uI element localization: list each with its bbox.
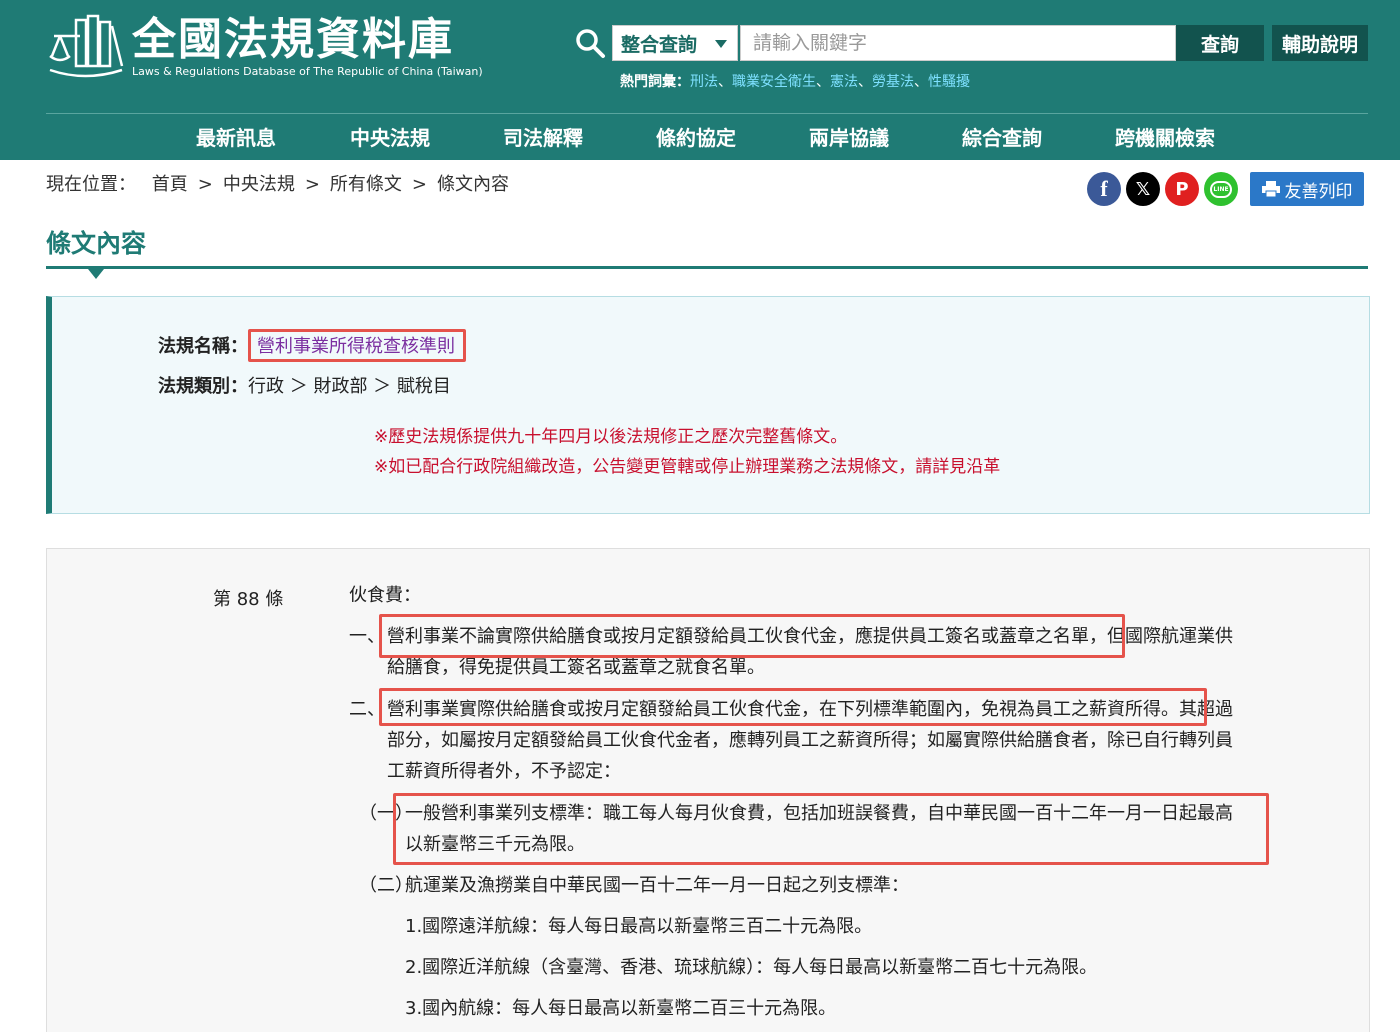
hot-term-link[interactable]: 勞基法 bbox=[872, 74, 914, 90]
breadcrumb: 現在位置： 首頁 > 中央法規 > 所有條文 > 條文內容 bbox=[46, 170, 509, 196]
paragraph-1-line-1: 營利事業不論實際供給膳食或按月定額發給員工伙食代金，應提供員工簽名或蓋章之名單，… bbox=[387, 626, 1233, 647]
search-mode-select[interactable]: 整合查詢 bbox=[612, 25, 738, 61]
list-item: 2.國際近洋航線（含臺灣、香港、琉球航線）：每人每日最高以新臺幣二百七十元為限。 bbox=[405, 957, 1098, 978]
site-subtitle: Laws & Regulations Database of The Repub… bbox=[132, 65, 483, 78]
reorg-notice: ※如已配合行政院組織改造，公告變更管轄或停止辦理業務之法規條文，請詳見沿革 bbox=[374, 457, 1001, 477]
help-button[interactable]: 輔助說明 bbox=[1272, 25, 1368, 61]
breadcrumb-label: 現在位置： bbox=[46, 174, 136, 195]
site-title[interactable]: 全國法規資料庫 bbox=[132, 12, 454, 68]
hot-term-link[interactable]: 性騷擾 bbox=[928, 74, 970, 90]
nav-item-cross-agency-search[interactable]: 跨機關檢索 bbox=[1115, 122, 1215, 151]
printer-icon bbox=[1261, 181, 1280, 197]
breadcrumb-separator: > bbox=[411, 174, 428, 195]
article-number: 第 88 條 bbox=[213, 589, 284, 610]
law-info-panel: 法規名稱： 營利事業所得稅查核準則 法規類別：行政 ＞ 財政部 ＞ 賦稅目 ※歷史… bbox=[46, 296, 1370, 514]
subitem-2-line-1: 航運業及漁撈業自中華民國一百十二年一月一日起之列支標準： bbox=[405, 875, 909, 896]
paragraph-1-prefix: 一、 bbox=[349, 626, 385, 647]
nav-item-combined-query[interactable]: 綜合查詢 bbox=[962, 122, 1042, 151]
search-icon bbox=[576, 29, 605, 58]
breadcrumb-item-current: 條文內容 bbox=[437, 174, 510, 195]
plurk-share-icon[interactable]: P bbox=[1165, 172, 1199, 206]
site-header: 全國法規資料庫 Laws & Regulations Database of T… bbox=[0, 0, 1400, 160]
nav-item-central-laws[interactable]: 中央法規 bbox=[350, 122, 430, 151]
query-button[interactable]: 查詢 bbox=[1176, 25, 1264, 61]
page-title: 條文內容 bbox=[46, 229, 147, 258]
law-name-link[interactable]: 營利事業所得稅查核準則 bbox=[248, 329, 466, 362]
line-share-icon[interactable]: LINE bbox=[1204, 172, 1238, 206]
nav-item-cross-strait[interactable]: 兩岸協議 bbox=[809, 122, 889, 151]
breadcrumb-item-home[interactable]: 首頁 bbox=[152, 174, 188, 195]
law-category-value: 行政 ＞ 財政部 ＞ 賦稅目 bbox=[248, 376, 451, 397]
paragraph-2-prefix: 二、 bbox=[349, 699, 385, 720]
title-rule bbox=[46, 266, 1368, 269]
breadcrumb-item-all-articles[interactable]: 所有條文 bbox=[330, 174, 402, 195]
search-input[interactable] bbox=[740, 25, 1176, 61]
history-notice: ※歷史法規係提供九十年四月以後法規修正之歷次完整舊條文。 bbox=[374, 427, 848, 447]
search-mode-label: 整合查詢 bbox=[621, 33, 698, 56]
breadcrumb-separator: > bbox=[197, 174, 213, 195]
main-nav: 最新訊息 中央法規 司法解釋 條約協定 兩岸協議 綜合查詢 跨機關檢索 bbox=[46, 114, 1368, 160]
hot-term-link[interactable]: 刑法 bbox=[690, 74, 718, 90]
hot-term-link[interactable]: 憲法 bbox=[830, 74, 858, 90]
list-item: 1.國際遠洋航線：每人每日最高以新臺幣三百二十元為限。 bbox=[405, 916, 873, 937]
print-label: 友善列印 bbox=[1284, 181, 1353, 202]
law-name-label: 法規名稱： bbox=[158, 336, 248, 357]
print-button[interactable]: 友善列印 bbox=[1250, 172, 1364, 206]
list-item: 3.國內航線：每人每日最高以新臺幣二百三十元為限。 bbox=[405, 998, 837, 1019]
chevron-down-icon bbox=[715, 40, 727, 48]
hot-terms-label: 熱門詞彙： bbox=[620, 74, 690, 90]
law-category-label: 法規類別： bbox=[158, 376, 248, 397]
title-notch bbox=[88, 269, 104, 279]
breadcrumb-item-central-laws[interactable]: 中央法規 bbox=[223, 174, 295, 195]
subitem-1-line-1: 一般營利事業列支標準：職工每人每月伙食費，包括加班誤餐費，自中華民國一百十二年一… bbox=[405, 803, 1233, 824]
hot-term-link[interactable]: 職業安全衛生 bbox=[732, 74, 816, 90]
paragraph-2-line-3: 工薪資所得者外，不予認定： bbox=[387, 761, 621, 782]
law-category-row: 法規類別：行政 ＞ 財政部 ＞ 賦稅目 bbox=[158, 372, 451, 398]
nav-item-treaties[interactable]: 條約協定 bbox=[656, 122, 736, 151]
x-share-icon[interactable]: 𝕏 bbox=[1126, 172, 1160, 206]
paragraph-1-line-2: 給膳食，得免提供員工簽名或蓋章之就食名單。 bbox=[387, 657, 765, 678]
article-heading: 伙食費： bbox=[349, 585, 421, 606]
law-name-row: 法規名稱： 營利事業所得稅查核準則 bbox=[158, 329, 466, 362]
hot-terms: 熱門詞彙：刑法、職業安全衛生、憲法、勞基法、性騷擾 bbox=[620, 74, 970, 90]
facebook-share-icon[interactable]: f bbox=[1087, 172, 1121, 206]
line-share-label: LINE bbox=[1210, 180, 1232, 198]
paragraph-2-line-1: 營利事業實際供給膳食或按月定額發給員工伙食代金，在下列標準範圍內，免視為員工之薪… bbox=[387, 699, 1233, 720]
paragraph-2-line-2: 部分，如屬按月定額發給員工伙食代金者，應轉列員工之薪資所得；如屬實際供給膳食者，… bbox=[387, 730, 1233, 751]
nav-item-latest-news[interactable]: 最新訊息 bbox=[196, 122, 276, 151]
breadcrumb-separator: > bbox=[304, 174, 320, 195]
law-book-logo-icon[interactable] bbox=[46, 12, 124, 80]
article-panel: 第 88 條 伙食費： 一、 營利事業不論實際供給膳食或按月定額發給員工伙食代金… bbox=[46, 548, 1370, 1032]
subitem-1-line-2: 以新臺幣三千元為限。 bbox=[405, 834, 585, 855]
nav-item-judicial-interpretations[interactable]: 司法解釋 bbox=[503, 122, 583, 151]
